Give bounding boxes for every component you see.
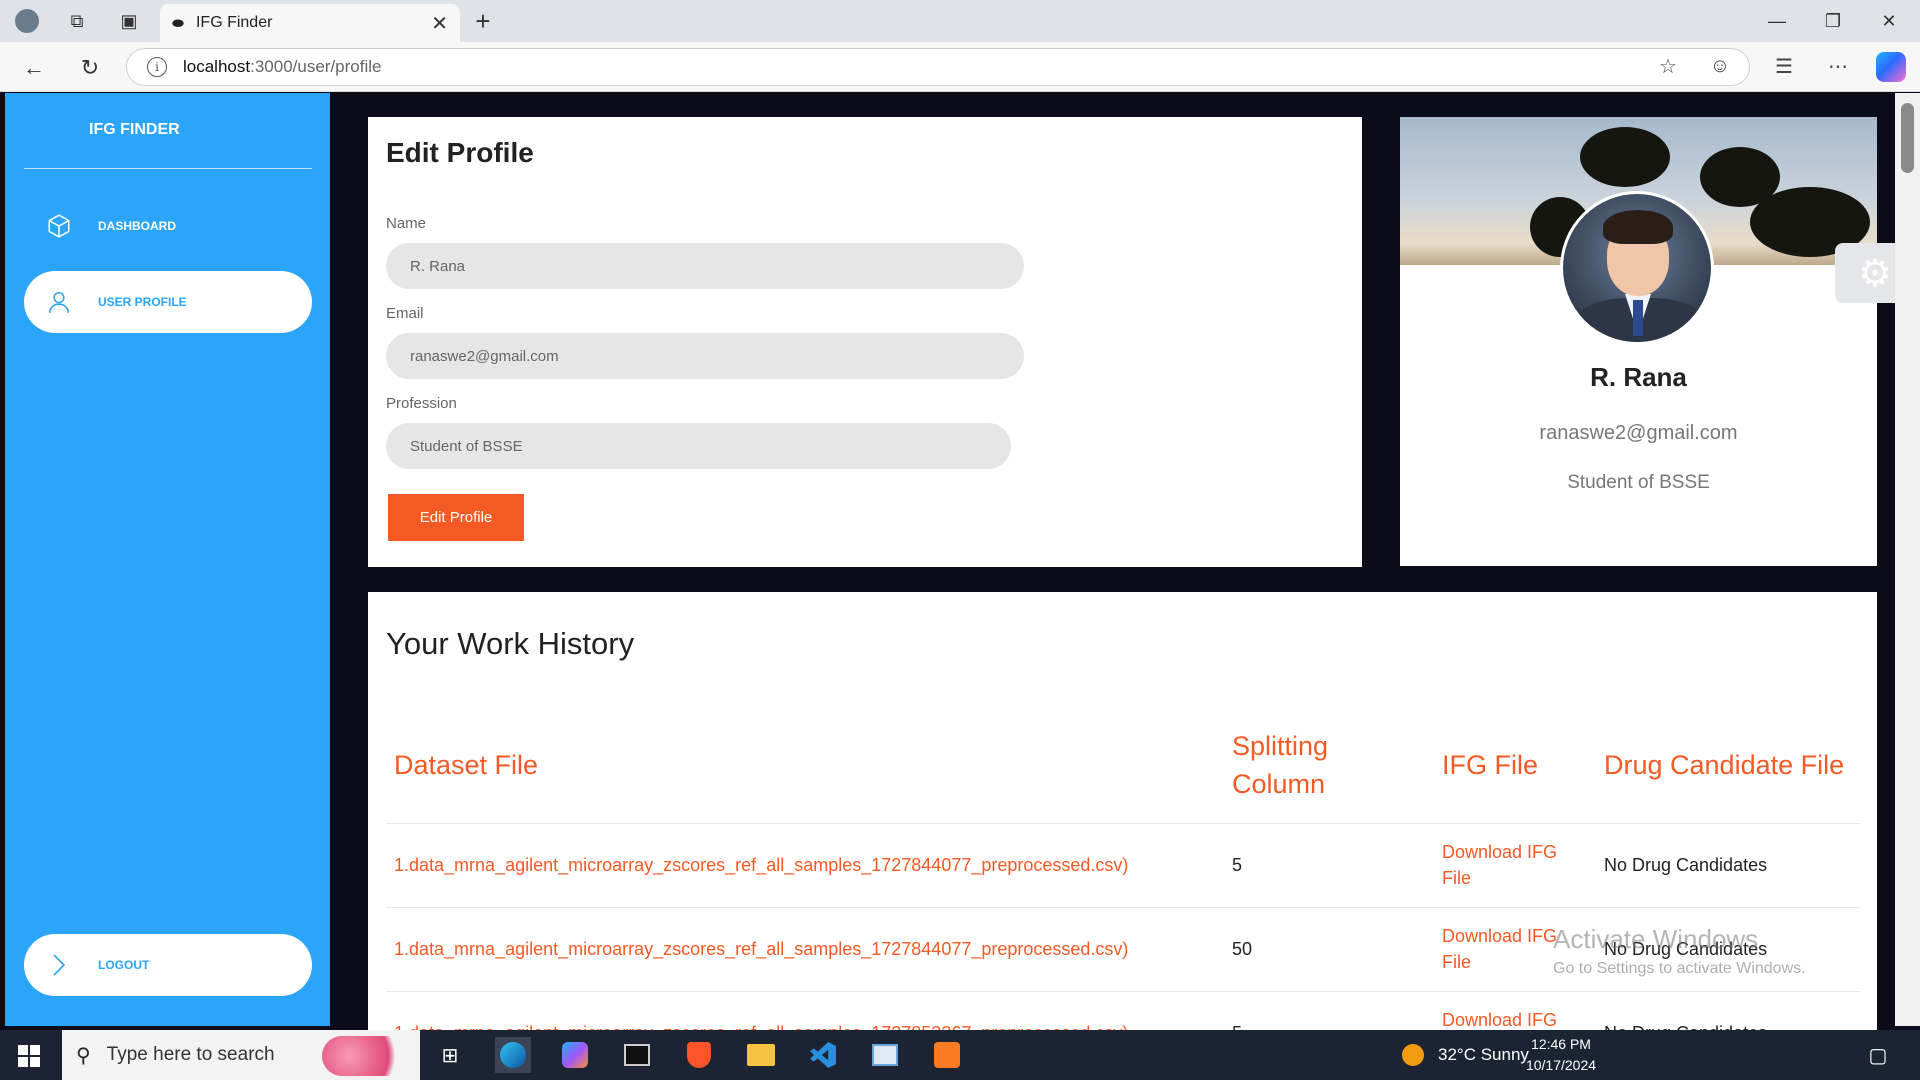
start-button[interactable] [18,1045,40,1067]
photos-app-icon[interactable] [867,1037,903,1073]
profile-name: R. Rana [1590,362,1687,392]
column-header: Drug Candidate File [1596,707,1860,824]
clock-time: 12:46 PM [1531,1036,1591,1052]
task-view-icon[interactable]: ⊞ [432,1037,468,1073]
copilot-icon[interactable] [1876,52,1906,82]
activate-windows-watermark: Activate Windows [1553,924,1759,954]
profile-avatar-icon[interactable] [14,8,40,34]
column-header: IFG File [1434,707,1596,824]
close-window-button[interactable]: ✕ [1864,6,1914,36]
splitting-column-cell: 5 [1224,823,1434,908]
dataset-file-link[interactable]: 1.data_mrna_agilent_microarray_zscores_r… [386,823,1224,908]
search-icon: ⚲ [76,1044,91,1067]
minimize-button[interactable]: — [1752,6,1802,36]
address-input[interactable]: i localhost:3000/user/profile [126,48,1750,86]
edit-profile-card: Edit Profile Name R. Rana Email ranaswe2… [368,117,1362,567]
table-row: 1.data_mrna_agilent_microarray_zscores_r… [386,823,1860,908]
work-history-title: Your Work History [386,626,635,661]
splitting-column-cell: 5 [1224,991,1434,1032]
vertical-tabs-icon[interactable]: ▣ [116,8,142,34]
tab-close-icon[interactable]: ✕ [431,11,448,36]
search-placeholder: Type here to search [106,1044,275,1065]
user-icon [44,287,74,317]
brave-app-icon[interactable] [681,1037,717,1073]
logout-button[interactable]: LOGOUT [24,934,312,996]
profile-card: R. Rana ranaswe2@gmail.com Student of BS… [1400,117,1877,566]
workspaces-icon[interactable]: ⧉ [64,8,90,34]
site-info-icon[interactable]: i [147,57,167,77]
profile-avatar [1560,191,1714,345]
palm-tree [1580,127,1670,187]
profession-field[interactable]: Student of BSSE [386,423,1011,469]
chevron-right-icon [44,950,74,980]
avatar-tie [1633,300,1643,336]
brand-title: IFG FINDER [89,121,180,138]
table-row: 1.data_mrna_agilent_microarray_zscores_r… [386,991,1860,1032]
copilot-app-icon[interactable] [557,1037,593,1073]
column-header: Dataset File [386,707,1224,824]
favorites-icon[interactable]: ☰ [1768,50,1800,82]
taskbar: ⚲ Type here to search ⊞ 32°C Sunny ^ 12:… [0,1030,1920,1080]
profile-email: ranaswe2@gmail.com [1539,422,1738,444]
dataset-file-link[interactable]: 1.data_mrna_agilent_microarray_zscores_r… [386,907,1224,992]
sidebar-item-dashboard[interactable]: DASHBOARD [24,195,312,257]
back-button[interactable]: ← [18,52,50,84]
scrollbar-thumb[interactable] [1901,103,1914,173]
avatar-hair [1603,210,1673,244]
restore-button[interactable]: ❐ [1808,6,1858,36]
sidebar-item-user-profile[interactable]: USER PROFILE [24,271,312,333]
email-field[interactable]: ranaswe2@gmail.com [386,333,1024,379]
drug-candidate-cell: No Drug Candidates [1596,991,1860,1032]
activate-windows-subtext: Go to Settings to activate Windows. [1553,960,1806,977]
profile-profession: Student of BSSE [1567,472,1710,493]
download-ifg-link[interactable]: Download IFG File [1434,991,1596,1032]
page-scrollbar[interactable] [1895,93,1920,1026]
edit-profile-title: Edit Profile [386,137,534,168]
gear-icon: ⚙ [1857,252,1893,295]
profession-label: Profession [386,395,457,412]
brand-divider [24,168,312,169]
refresh-button[interactable]: ↻ [74,52,106,84]
read-aloud-icon[interactable]: ☺ [1704,50,1736,82]
work-history-table: Dataset File Splitting Column IFG File D… [386,707,1860,1032]
dataset-file-link[interactable]: 1.data_mrna_agilent_microarray_zscores_r… [386,991,1224,1032]
logout-label: LOGOUT [98,958,150,972]
sidebar: IFG FINDER DASHBOARD USER PROFILE LOGOUT [5,93,330,1026]
drug-candidate-cell: No Drug Candidates [1596,823,1860,908]
url-host: localhost [183,57,251,76]
file-explorer-icon[interactable] [743,1037,779,1073]
vscode-app-icon[interactable] [805,1037,841,1073]
column-header: Splitting Column [1224,707,1434,824]
weather-sun-icon [1402,1044,1424,1066]
name-label: Name [386,215,427,232]
name-field[interactable]: R. Rana [386,243,1024,289]
tab-title: IFG Finder [195,14,273,31]
browser-tab-bar: ⧉ ▣ ⬬ IFG Finder ✕ + — ❐ ✕ [0,0,1920,42]
taskbar-clock[interactable]: 12:46 PM 10/17/2024 [1516,1034,1606,1076]
box-icon [44,211,74,241]
table-header-row: Dataset File Splitting Column IFG File D… [386,707,1860,824]
xampp-app-icon[interactable] [929,1037,965,1073]
search-highlight-image [322,1036,412,1076]
splitting-column-cell: 50 [1224,907,1434,992]
edge-app-icon[interactable] [495,1037,531,1073]
edit-profile-button[interactable]: Edit Profile [388,494,524,541]
more-menu-icon[interactable]: ⋯ [1822,50,1854,82]
sidebar-item-label: DASHBOARD [98,219,176,233]
terminal-app-icon[interactable] [619,1037,655,1073]
new-tab-button[interactable]: + [468,6,498,36]
favorite-star-icon[interactable]: ☆ [1652,50,1684,82]
browser-tab[interactable]: ⬬ IFG Finder ✕ [160,4,460,42]
tab-favicon-icon: ⬬ [172,14,184,31]
sidebar-item-label: USER PROFILE [98,295,187,309]
clock-date: 10/17/2024 [1525,1057,1597,1073]
url-path: :3000/user/profile [250,57,382,76]
download-ifg-link[interactable]: Download IFG File [1434,823,1596,908]
address-toolbar: ← ↻ i localhost:3000/user/profile ☆ ☺ ☰ … [0,42,1920,92]
email-label: Email [386,305,424,322]
notifications-icon[interactable]: ▢ [1860,1037,1896,1073]
